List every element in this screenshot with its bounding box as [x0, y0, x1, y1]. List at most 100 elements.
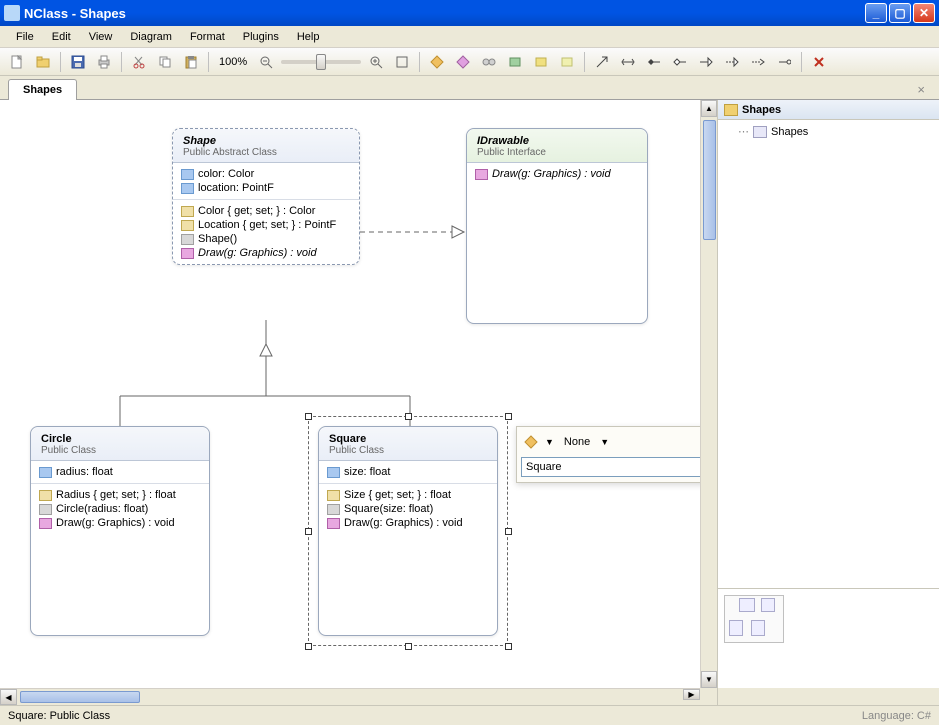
overview-panel[interactable] — [718, 588, 939, 688]
scroll-up-button[interactable]: ▲ — [701, 100, 717, 117]
print-button[interactable] — [93, 51, 115, 73]
class-circle-header: Circle Public Class — [31, 427, 209, 461]
selection-handle[interactable] — [305, 413, 312, 420]
menu-format[interactable]: Format — [182, 29, 233, 45]
minimize-button[interactable]: _ — [865, 3, 887, 23]
delete-button[interactable] — [808, 51, 830, 73]
vscroll-thumb[interactable] — [703, 120, 716, 240]
member-text: color: Color — [198, 168, 254, 180]
hscroll-thumb[interactable] — [20, 691, 140, 703]
selection-handle[interactable] — [505, 528, 512, 535]
class-shape-name: Shape — [183, 135, 349, 147]
overview-minimap[interactable] — [724, 595, 784, 643]
selection-handle[interactable] — [505, 643, 512, 650]
property-icon — [39, 490, 52, 501]
cut-button[interactable] — [128, 51, 150, 73]
member-text: Radius { get; set; } : float — [56, 489, 176, 501]
property-icon — [327, 490, 340, 501]
toolbar: 100% — [0, 48, 939, 76]
member-text: Draw(g: Graphics) : void — [344, 517, 463, 529]
tab-close-button[interactable]: × — [911, 80, 931, 99]
member-text: radius: float — [56, 466, 113, 478]
class-shape-fields: color: Color location: PointF — [173, 163, 359, 200]
new-struct-button[interactable] — [478, 51, 500, 73]
hscroll-row: ◀ ▶ — [0, 688, 939, 705]
diagram-canvas[interactable]: Shape Public Abstract Class color: Color… — [0, 100, 700, 688]
class-edit-popup[interactable]: ▼ None ▼ + ▼ AZ — [516, 426, 700, 483]
open-button[interactable] — [32, 51, 54, 73]
popup-name-input[interactable] — [521, 457, 700, 477]
tab-shapes[interactable]: Shapes — [8, 79, 77, 100]
class-square-stereo: Public Class — [329, 445, 487, 456]
zoom-slider-thumb[interactable] — [316, 54, 326, 70]
fit-button[interactable] — [391, 51, 413, 73]
menu-plugins[interactable]: Plugins — [235, 29, 287, 45]
class-circle-fields: radius: float — [31, 461, 209, 484]
menu-file[interactable]: File — [8, 29, 42, 45]
folder-icon — [724, 104, 738, 116]
selection-handle[interactable] — [405, 413, 412, 420]
copy-button[interactable] — [154, 51, 176, 73]
new-comment-button[interactable] — [556, 51, 578, 73]
class-shape-methods: Color { get; set; } : Color Location { g… — [173, 200, 359, 264]
main-area: Shape Public Abstract Class color: Color… — [0, 100, 939, 688]
hscrollbar[interactable]: ◀ ▶ — [0, 688, 700, 705]
project-tree[interactable]: ⋯ Shapes — [718, 120, 939, 588]
tree-item-label: Shapes — [771, 126, 808, 138]
class-square[interactable]: Square Public Class size: float Size { g… — [318, 426, 498, 636]
new-class-button[interactable] — [426, 51, 448, 73]
popup-access-label[interactable]: None — [558, 436, 596, 448]
project-panel: Shapes ⋯ Shapes — [717, 100, 939, 688]
paste-button[interactable] — [180, 51, 202, 73]
class-square-methods: Size { get; set; } : float Square(size: … — [319, 484, 497, 612]
close-button[interactable]: ✕ — [913, 3, 935, 23]
member-text: Location { get; set; } : PointF — [198, 219, 336, 231]
save-button[interactable] — [67, 51, 89, 73]
new-delegate-button[interactable] — [530, 51, 552, 73]
menu-help[interactable]: Help — [289, 29, 328, 45]
class-idrawable[interactable]: IDrawable Public Interface Draw(g: Graph… — [466, 128, 648, 324]
method-icon — [475, 169, 488, 180]
new-button[interactable] — [6, 51, 28, 73]
nesting-button[interactable] — [773, 51, 795, 73]
hscroll-filler — [717, 688, 939, 705]
new-enum-button[interactable] — [504, 51, 526, 73]
member-text: Shape() — [198, 233, 237, 245]
class-circle[interactable]: Circle Public Class radius: float Radius… — [30, 426, 210, 636]
field-icon — [327, 467, 340, 478]
class-shape[interactable]: Shape Public Abstract Class color: Color… — [172, 128, 360, 265]
assoc-button[interactable] — [591, 51, 613, 73]
generalization-button[interactable] — [695, 51, 717, 73]
selection-handle[interactable] — [405, 643, 412, 650]
composition-button[interactable] — [643, 51, 665, 73]
assoc-bidir-button[interactable] — [617, 51, 639, 73]
vscrollbar[interactable]: ▲ ▼ — [700, 100, 717, 688]
dependency-button[interactable] — [747, 51, 769, 73]
popup-access-icon[interactable] — [521, 432, 541, 452]
constructor-icon — [181, 234, 194, 245]
class-square-header: Square Public Class — [319, 427, 497, 461]
member-text: Draw(g: Graphics) : void — [198, 247, 317, 259]
selection-handle[interactable] — [505, 413, 512, 420]
maximize-button[interactable]: ▢ — [889, 3, 911, 23]
zoom-slider[interactable] — [281, 60, 361, 64]
aggregation-button[interactable] — [669, 51, 691, 73]
new-interface-button[interactable] — [452, 51, 474, 73]
scroll-left-button[interactable]: ◀ — [0, 689, 17, 705]
field-icon — [39, 467, 52, 478]
menu-view[interactable]: View — [81, 29, 121, 45]
zoom-in-button[interactable] — [365, 51, 387, 73]
class-idrawable-stereo: Public Interface — [477, 147, 637, 158]
scroll-right-button[interactable]: ▶ — [683, 689, 700, 700]
scroll-down-button[interactable]: ▼ — [701, 671, 717, 688]
tree-item-shapes[interactable]: ⋯ Shapes — [726, 124, 931, 139]
menu-diagram[interactable]: Diagram — [122, 29, 180, 45]
constructor-icon — [327, 504, 340, 515]
zoom-out-button[interactable] — [255, 51, 277, 73]
menu-edit[interactable]: Edit — [44, 29, 79, 45]
selection-handle[interactable] — [305, 643, 312, 650]
field-icon — [181, 183, 194, 194]
realization-button[interactable] — [721, 51, 743, 73]
selection-handle[interactable] — [305, 528, 312, 535]
diagram-icon — [753, 126, 767, 138]
